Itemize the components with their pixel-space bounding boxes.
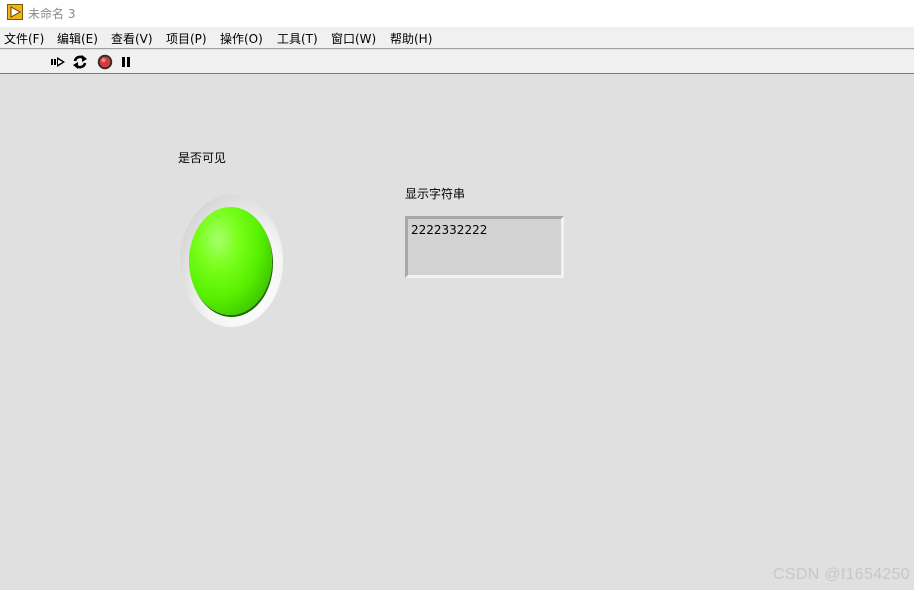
run-continuously-icon[interactable] <box>72 54 88 70</box>
pause-icon[interactable] <box>119 54 135 70</box>
led-indicator[interactable] <box>189 207 272 315</box>
menu-view[interactable]: 查看(V) <box>111 30 153 47</box>
menu-edit[interactable]: 编辑(E) <box>57 30 98 47</box>
menu-file[interactable]: 文件(F) <box>4 30 44 47</box>
menu-project[interactable]: 项目(P) <box>166 30 207 47</box>
string-indicator[interactable]: 2222332222 <box>405 216 564 278</box>
title-bar: 未命名 3 <box>0 0 914 27</box>
menu-window[interactable]: 窗口(W) <box>331 30 376 47</box>
toolbar <box>0 50 914 74</box>
run-arrow-icon[interactable] <box>50 54 66 70</box>
menu-help[interactable]: 帮助(H) <box>390 30 432 47</box>
led-label: 是否可见 <box>178 151 227 165</box>
string-indicator-value: 2222332222 <box>411 223 488 237</box>
abort-stop-icon[interactable] <box>97 54 113 70</box>
window-title: 未命名 3 <box>28 7 76 21</box>
menu-tools[interactable]: 工具(T) <box>277 30 318 47</box>
front-panel <box>0 75 914 590</box>
labview-vi-icon <box>7 4 23 20</box>
string-indicator-label: 显示字符串 <box>405 187 466 201</box>
menu-bar: 文件(F) 编辑(E) 查看(V) 项目(P) 操作(O) 工具(T) 窗口(W… <box>0 27 914 49</box>
menu-operate[interactable]: 操作(O) <box>220 30 263 47</box>
watermark: CSDN @f1654250 <box>773 566 910 583</box>
